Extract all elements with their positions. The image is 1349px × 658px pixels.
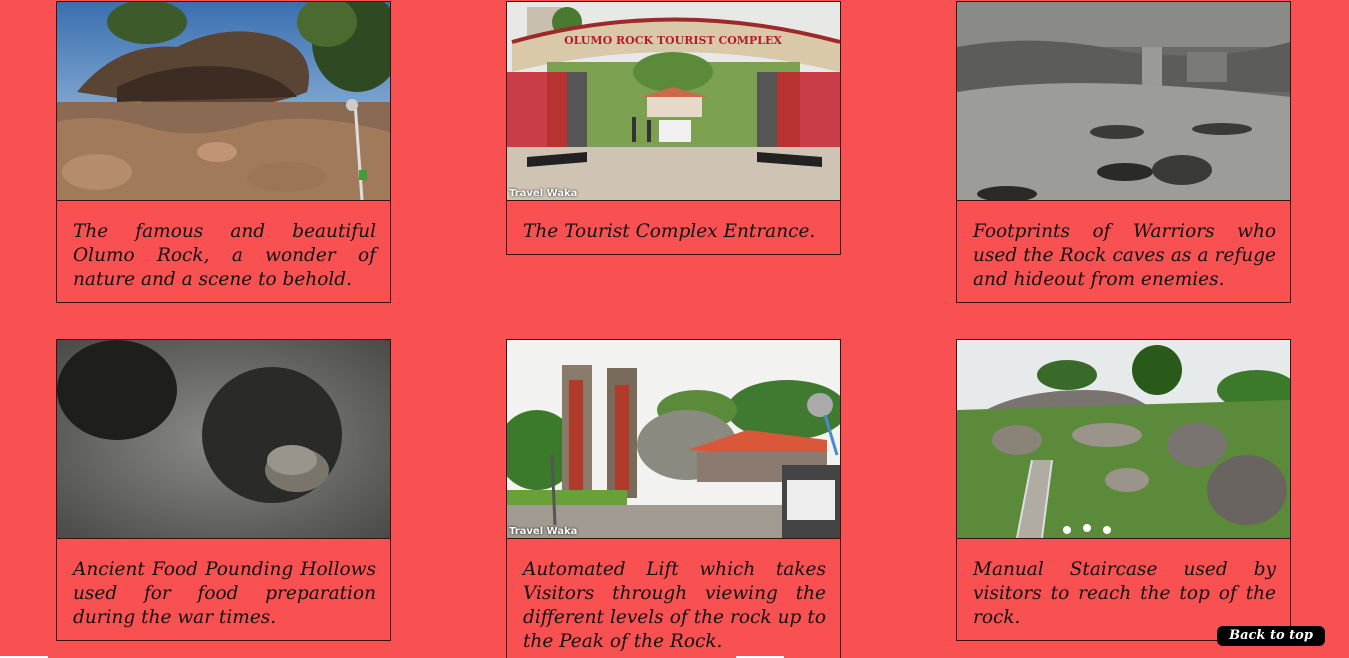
gallery-card-warrior-footprints: Footprints of Warriors who used the Rock… bbox=[956, 1, 1291, 303]
back-to-top-button[interactable]: Back to top bbox=[1217, 626, 1325, 646]
gallery-card-automated-lift: Travel Waka Automated Lift which takes V… bbox=[506, 339, 841, 658]
entrance-sign-text: OLUMO ROCK TOURIST COMPLEX bbox=[564, 34, 782, 47]
gallery-page: The famous and beautiful Olumo Rock, a w… bbox=[0, 0, 1349, 658]
warrior-footprints-photo bbox=[957, 2, 1290, 201]
tourist-entrance-caption: The Tourist Complex Entrance. bbox=[523, 221, 816, 242]
gallery-card-manual-staircase: Manual Staircase used by visitors to rea… bbox=[956, 339, 1291, 641]
olumo-rock-photo bbox=[57, 2, 390, 201]
pounding-hollows-photo bbox=[57, 340, 390, 539]
warrior-footprints-caption: Footprints of Warriors who used the Rock… bbox=[973, 221, 1276, 290]
olumo-rock-caption: The famous and beautiful Olumo Rock, a w… bbox=[73, 221, 376, 290]
gallery-card-tourist-entrance: OLUMO ROCK TOURIST COMPLEX Travel Waka T… bbox=[506, 1, 841, 255]
gallery-card-olumo-rock: The famous and beautiful Olumo Rock, a w… bbox=[56, 1, 391, 303]
automated-lift-caption: Automated Lift which takes Visitors thro… bbox=[523, 559, 826, 652]
travel-waka-watermark: Travel Waka bbox=[509, 188, 578, 199]
pounding-hollows-caption: Ancient Food Pounding Hollows used for f… bbox=[73, 559, 376, 628]
travel-waka-watermark-lift: Travel Waka bbox=[509, 526, 578, 537]
manual-staircase-photo bbox=[957, 340, 1290, 539]
automated-lift-photo: Travel Waka bbox=[507, 340, 840, 539]
tourist-entrance-photo: OLUMO ROCK TOURIST COMPLEX Travel Waka bbox=[507, 2, 840, 201]
manual-staircase-caption: Manual Staircase used by visitors to rea… bbox=[973, 559, 1276, 628]
gallery-card-pounding-hollows: Ancient Food Pounding Hollows used for f… bbox=[56, 339, 391, 641]
